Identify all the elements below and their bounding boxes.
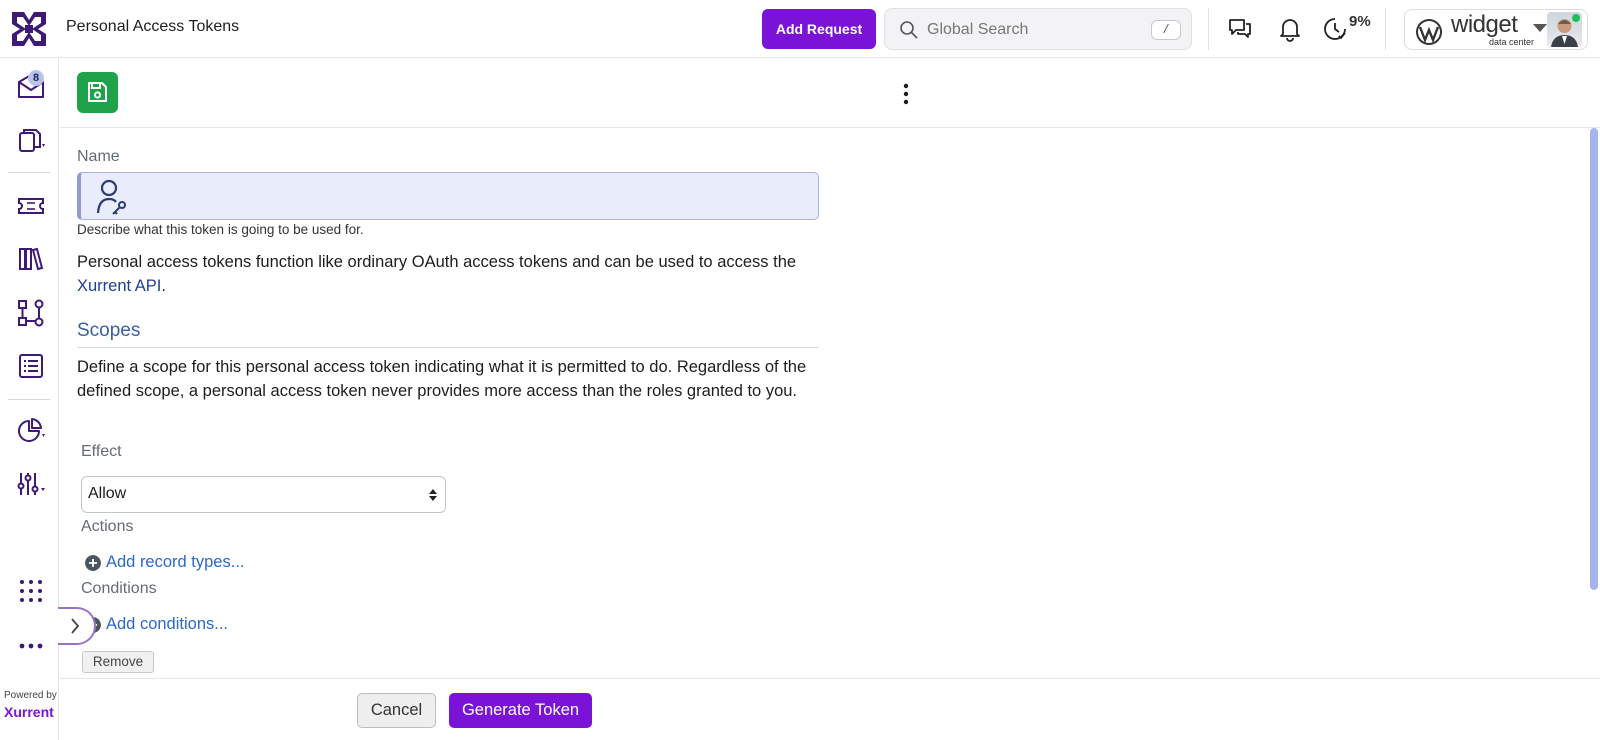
- add-conditions-link[interactable]: Add conditions...: [106, 615, 228, 634]
- online-status-dot: [1572, 14, 1580, 22]
- expand-panel-button[interactable]: [58, 607, 96, 645]
- remove-scope-button[interactable]: Remove: [82, 651, 154, 673]
- effect-label: Effect: [81, 443, 122, 460]
- nav-divider: [8, 399, 50, 400]
- bell-icon[interactable]: [1277, 16, 1303, 42]
- workflows-icon[interactable]: [14, 296, 48, 330]
- knowledge-library-icon[interactable]: [14, 242, 48, 276]
- account-subtitle: data center: [1489, 37, 1535, 47]
- more-icon[interactable]: [14, 629, 48, 663]
- actions-label: Actions: [81, 518, 134, 535]
- avatar: [1547, 12, 1582, 47]
- records-list-icon[interactable]: [14, 349, 48, 383]
- account-switcher[interactable]: widget data center: [1404, 9, 1588, 50]
- account-brand: widget: [1451, 11, 1518, 38]
- name-help-text: Describe what this token is going to be …: [77, 222, 364, 237]
- name-label: Name: [77, 148, 120, 165]
- inbox-badge: 8: [28, 70, 44, 86]
- search-input[interactable]: Global Search: [927, 21, 1028, 39]
- save-button[interactable]: [77, 72, 118, 113]
- chevron-down-icon: [1533, 24, 1547, 32]
- scopes-heading: Scopes: [77, 320, 141, 341]
- scopes-divider: [77, 347, 819, 348]
- search-shortcut-key: /: [1151, 20, 1181, 40]
- add-circle-icon[interactable]: [85, 555, 101, 571]
- generate-token-button[interactable]: Generate Token: [449, 693, 592, 728]
- name-field[interactable]: [77, 172, 819, 220]
- global-search[interactable]: Global Search /: [884, 8, 1192, 50]
- time-tracking-icon[interactable]: [1322, 16, 1348, 42]
- conditions-label: Conditions: [81, 580, 157, 597]
- select-arrows-icon: [429, 489, 437, 501]
- header-divider: [1385, 8, 1386, 50]
- time-percent: 9%: [1349, 13, 1371, 30]
- analytics-pie-icon[interactable]: [14, 414, 48, 448]
- record-toolbar: [60, 58, 1600, 128]
- scrollbar[interactable]: [1590, 128, 1598, 590]
- effect-select[interactable]: Allow: [81, 476, 446, 513]
- intro-end: .: [161, 277, 166, 295]
- add-request-button[interactable]: Add Request: [762, 9, 876, 49]
- user-key-icon: [96, 179, 126, 215]
- search-icon: [900, 21, 918, 39]
- powered-by-brand[interactable]: Xurrent: [4, 704, 54, 720]
- wordpress-logo-icon: [1416, 19, 1442, 45]
- xurrent-logo-icon[interactable]: [12, 12, 46, 46]
- cancel-button[interactable]: Cancel: [357, 693, 436, 728]
- xurrent-api-link[interactable]: Xurrent API: [77, 277, 161, 295]
- nav-divider: [8, 172, 50, 173]
- more-actions-icon[interactable]: [896, 82, 916, 106]
- top-header: Personal Access Tokens Add Request Globa…: [0, 0, 1600, 58]
- page-title: Personal Access Tokens: [66, 18, 240, 35]
- intro-paragraph: Personal access tokens function like ord…: [77, 250, 819, 298]
- header-divider: [1208, 8, 1209, 50]
- chevron-right-icon: [71, 618, 80, 634]
- add-record-types-link[interactable]: Add record types...: [106, 553, 245, 572]
- form-footer: Cancel Generate Token: [60, 678, 1600, 740]
- tickets-icon[interactable]: [14, 189, 48, 223]
- settings-sliders-icon[interactable]: [14, 468, 48, 502]
- requests-icon[interactable]: [14, 124, 48, 158]
- intro-text: Personal access tokens function like ord…: [77, 253, 797, 271]
- save-icon: [88, 82, 107, 102]
- effect-select-value: Allow: [88, 485, 127, 502]
- side-navigation: 8 Powered by Xurrent: [0, 58, 59, 740]
- chat-icon[interactable]: [1227, 16, 1253, 42]
- apps-grid-icon[interactable]: [14, 574, 48, 608]
- scopes-description: Define a scope for this personal access …: [77, 358, 807, 400]
- powered-by-label: Powered by: [4, 690, 57, 701]
